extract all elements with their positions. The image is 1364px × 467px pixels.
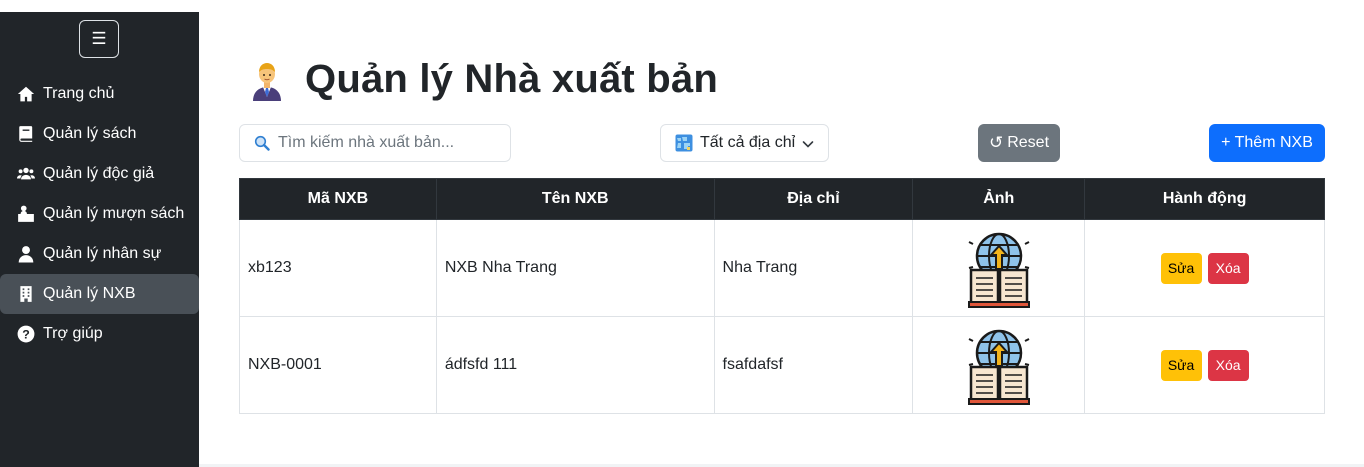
table-row: xb123 NXB Nha Trang Nha Trang Sửa Xóa [239, 219, 1325, 317]
add-publisher-button[interactable]: + Thêm NXB [1209, 124, 1325, 162]
main-content: Quản lý Nhà xuất bản Tất cả địa chỉ ↺ Re… [199, 0, 1364, 467]
delete-button[interactable]: Xóa [1207, 349, 1249, 381]
search-input[interactable] [278, 134, 498, 152]
page-title: Quản lý Nhà xuất bản [305, 56, 718, 101]
sidebar-item-borrowing[interactable]: Quản lý mượn sách [0, 194, 199, 234]
sidebar-item-label: Quản lý mượn sách [43, 205, 185, 222]
cell-address: Nha Trang [713, 219, 914, 317]
edit-button[interactable]: Sửa [1160, 349, 1202, 381]
header-image: Ảnh [912, 178, 1086, 220]
office-worker-icon [253, 63, 281, 101]
menu-toggle-button[interactable]: ☰ [79, 20, 119, 58]
table-header-row: Mã NXB Tên NXB Địa chỉ Ảnh Hành động [239, 178, 1325, 220]
users-icon [16, 165, 36, 183]
book-icon [16, 125, 36, 143]
globe-book-icon [967, 232, 1030, 308]
user-icon [16, 245, 36, 263]
header-address: Địa chỉ [713, 178, 914, 220]
sidebar-item-label: Quản lý độc giả [43, 165, 155, 182]
question-icon: ? [16, 325, 36, 343]
sidebar-item-home[interactable]: Trang chủ [0, 74, 199, 114]
globe-book-icon [967, 329, 1030, 405]
sidebar-item-books[interactable]: Quản lý sách [0, 114, 199, 154]
sidebar-item-label: Quản lý sách [43, 125, 137, 142]
person-box-icon [16, 205, 36, 223]
cell-image [912, 219, 1086, 317]
sidebar-item-label: Trang chủ [43, 85, 115, 102]
reset-icon: ↺ [988, 133, 1004, 152]
chevron-down-icon [802, 141, 814, 148]
sidebar-item-label: Quản lý NXB [43, 285, 136, 302]
header-code: Mã NXB [239, 178, 437, 220]
header-actions: Hành động [1084, 178, 1325, 220]
cell-address: fsafdafsf [713, 316, 914, 414]
home-icon [16, 85, 36, 103]
delete-button[interactable]: Xóa [1207, 252, 1249, 284]
cell-name: ádfsfd 111 [435, 316, 715, 414]
search-icon [254, 135, 270, 151]
reset-button[interactable]: ↺ Reset [978, 124, 1060, 162]
cell-name: NXB Nha Trang [435, 219, 715, 317]
cell-actions: Sửa Xóa [1084, 316, 1325, 414]
building-icon [16, 285, 36, 303]
header-name: Tên NXB [435, 178, 715, 220]
address-filter-select[interactable]: Tất cả địa chỉ [660, 124, 829, 162]
sidebar-item-label: Quản lý nhân sự [43, 245, 162, 262]
publisher-table: Mã NXB Tên NXB Địa chỉ Ảnh Hành động xb1… [239, 178, 1325, 414]
table-row: NXB-0001 ádfsfd 111 fsafdafsf Sửa Xóa [239, 316, 1325, 414]
sidebar-item-publishers[interactable]: Quản lý NXB [0, 274, 199, 314]
sidebar-item-staff[interactable]: Quản lý nhân sự [0, 234, 199, 274]
sidebar-item-help[interactable]: ? Trợ giúp [0, 314, 199, 354]
top-strip [0, 0, 199, 12]
sidebar-nav: Trang chủ Quản lý sách Quản lý độc giả Q… [0, 74, 199, 354]
sidebar-item-readers[interactable]: Quản lý độc giả [0, 154, 199, 194]
svg-text:?: ? [22, 328, 30, 342]
search-box[interactable] [239, 124, 511, 162]
cell-actions: Sửa Xóa [1084, 219, 1325, 317]
sidebar: ☰ Trang chủ Quản lý sách Quản lý độc giả [0, 12, 199, 467]
address-filter-value: Tất cả địa chỉ [700, 134, 796, 151]
reset-label: Reset [1007, 134, 1050, 151]
cell-code: NXB-0001 [239, 316, 437, 414]
edit-button[interactable]: Sửa [1160, 252, 1202, 284]
sidebar-item-label: Trợ giúp [43, 325, 103, 342]
cell-code: xb123 [239, 219, 437, 317]
app-root: ☰ Trang chủ Quản lý sách Quản lý độc giả [0, 0, 1364, 467]
cell-image [912, 316, 1086, 414]
world-map-icon [675, 134, 693, 152]
page-header: Quản lý Nhà xuất bản [245, 54, 718, 104]
